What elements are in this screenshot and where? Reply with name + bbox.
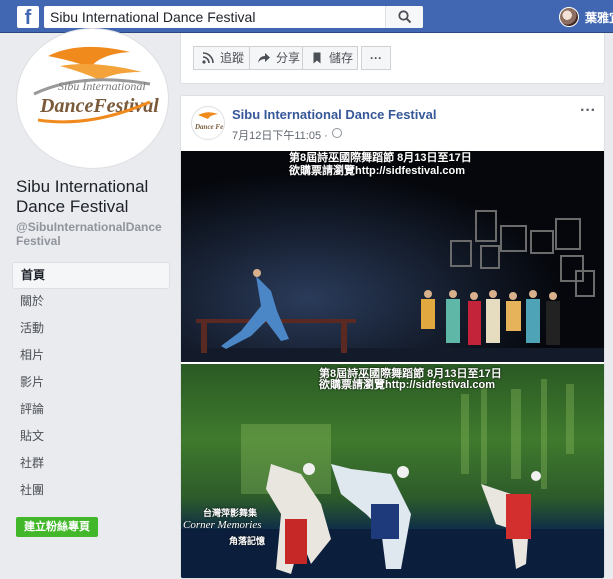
page-title[interactable]: Sibu International Dance Festival xyxy=(16,177,176,217)
search-icon xyxy=(398,10,412,24)
post-author-name[interactable]: Sibu International Dance Festival xyxy=(232,107,436,122)
nav-item-reviews[interactable]: 評論 xyxy=(12,397,170,424)
page-actions-card: 追蹤 分享 儲存 ··· xyxy=(180,33,605,84)
public-globe-icon xyxy=(332,128,342,138)
festival-logo-small: Dance Festival xyxy=(194,112,224,131)
search-bar[interactable]: Sibu International Dance Festival xyxy=(44,6,423,28)
festival-logo: Sibu International DanceFestival xyxy=(33,46,159,124)
follow-label: 追蹤 xyxy=(220,51,245,65)
nav-item-videos[interactable]: 影片 xyxy=(12,370,170,397)
nav-item-photos[interactable]: 相片 xyxy=(12,343,170,370)
share-button[interactable]: 分享 xyxy=(249,46,303,70)
photo-1-caption-line2: 欲購票請瀏覽http://sidfestival.com xyxy=(289,165,466,177)
post-photo-2[interactable]: 第8屆詩巫國際舞蹈節 8月13日至17日 欲購票請瀏覽http://sidfes… xyxy=(181,364,604,578)
bookmark-icon xyxy=(313,52,321,64)
page-profile-picture[interactable]: Sibu International DanceFestival xyxy=(17,29,168,168)
nav-item-groups[interactable]: 社團 xyxy=(12,478,170,505)
avatar-text: Dance Festival xyxy=(194,123,224,131)
photo-2-title-en: Corner Memories xyxy=(183,519,262,531)
nav-item-about[interactable]: 關於 xyxy=(12,289,170,316)
search-button[interactable] xyxy=(385,6,423,28)
save-button[interactable]: 儲存 xyxy=(302,46,358,70)
feed-post: Dance Festival Sibu International Dance … xyxy=(180,95,605,579)
facebook-logo-icon[interactable]: f xyxy=(17,6,39,28)
logo-line1: Sibu International xyxy=(58,79,146,93)
nav-item-posts[interactable]: 貼文 xyxy=(12,424,170,451)
follow-button[interactable]: 追蹤 xyxy=(193,46,250,70)
user-name-link[interactable]: 葉雅宜 xyxy=(585,9,613,26)
photo-2-caption-line2: 欲購票請瀏覽http://sidfestival.com xyxy=(319,379,496,391)
more-actions-button[interactable]: ··· xyxy=(361,46,391,70)
post-options-button[interactable]: ··· xyxy=(580,102,596,120)
photo-2-company: 台灣萍影舞集 xyxy=(203,508,258,518)
nav-item-events[interactable]: 活動 xyxy=(12,316,170,343)
share-arrow-icon xyxy=(258,53,270,63)
share-label: 分享 xyxy=(276,51,301,65)
stage-scene-1 xyxy=(181,151,604,362)
photo-2-title-zh: 角落記憶 xyxy=(229,536,266,546)
page-handle[interactable]: @SibuInternationalDanceFestival xyxy=(16,220,168,248)
create-page-button[interactable]: 建立粉絲專頁 xyxy=(16,517,98,537)
search-input[interactable]: Sibu International Dance Festival xyxy=(50,9,255,25)
post-timestamp[interactable]: 7月12日下午11:05 · xyxy=(232,127,328,143)
page-nav: 首頁 關於 活動 相片 影片 評論 貼文 社群 社團 xyxy=(12,262,170,505)
save-label: 儲存 xyxy=(329,51,354,65)
user-avatar[interactable] xyxy=(559,7,579,27)
page-sidebar: Sibu International DanceFestival Sibu In… xyxy=(0,29,180,579)
rss-icon xyxy=(202,52,214,64)
post-author-avatar[interactable]: Dance Festival xyxy=(191,106,225,140)
nav-item-home[interactable]: 首頁 xyxy=(12,262,170,289)
post-photo-1[interactable]: 第8屆詩巫國際舞蹈節 8月13日至17日 欲購票請瀏覽http://sidfes… xyxy=(181,151,604,362)
nav-item-community[interactable]: 社群 xyxy=(12,451,170,478)
